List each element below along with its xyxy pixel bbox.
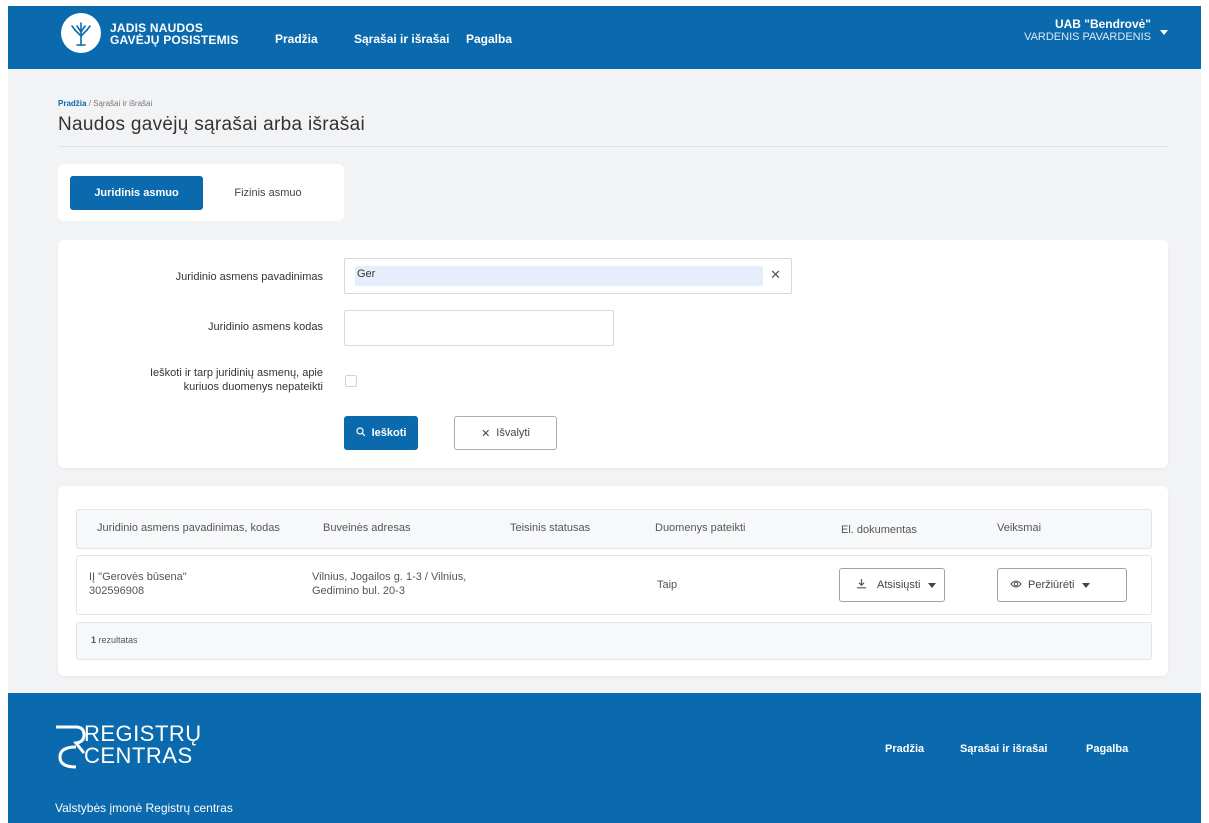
- address-line-2: Gedimino bul. 20-3: [312, 585, 405, 597]
- code-label: Juridinio asmens kodas: [208, 321, 323, 333]
- page-title: Naudos gavėjų sąrašai arba išrašai: [58, 114, 365, 135]
- clear-x-icon[interactable]: ✕: [770, 267, 781, 283]
- system-brand-name[interactable]: JADIS NAUDOS GAVĖJŲ POSISTEMIS: [110, 22, 239, 46]
- breadcrumb-home[interactable]: Pradžia: [58, 99, 86, 108]
- caret-down-icon: [928, 582, 937, 588]
- footer-nav-help[interactable]: Pagalba: [1086, 743, 1128, 755]
- results-footer: 1 rezultatas: [76, 622, 1152, 660]
- clear-button-label: Išvalyti: [496, 427, 530, 439]
- clear-button[interactable]: ✕ Išvalyti: [454, 416, 557, 450]
- column-header-document: El. dokumentas: [841, 524, 917, 536]
- page-footer: REGISTRŲ CENTRAS Valstybės įmonė Registr…: [8, 693, 1201, 823]
- submitted-cell: Taip: [657, 579, 678, 591]
- nav-lists[interactable]: Sąrašai ir išrašai: [354, 32, 449, 46]
- download-icon: [856, 578, 867, 592]
- name-input-value: Ger: [357, 268, 376, 280]
- close-icon: ✕: [481, 427, 491, 440]
- user-menu-caret-icon[interactable]: [1160, 30, 1168, 35]
- footer-nav-lists[interactable]: Sąrašai ir išrašai: [960, 743, 1047, 755]
- search-icon: [355, 426, 366, 440]
- nav-help[interactable]: Pagalba: [466, 32, 512, 46]
- result-count-number: 1: [91, 635, 97, 645]
- search-button-label: Ieškoti: [371, 427, 407, 439]
- address-cell: Vilnius, Jogailos g. 1-3 / Vilnius, Gedi…: [312, 570, 466, 598]
- autofill-highlight: [355, 266, 763, 286]
- column-header-address: Buveinės adresas: [323, 522, 411, 534]
- nav-home[interactable]: Pradžia: [275, 32, 318, 46]
- search-button[interactable]: Ieškoti: [344, 416, 418, 450]
- results-card: Juridinio asmens pavadinimas, kodas Buve…: [58, 486, 1168, 676]
- include-missing-label: Ieškoti ir tarp juridinių asmenų, apie k…: [150, 366, 323, 394]
- include-missing-label-line-1: Ieškoti ir tarp juridinių asmenų, apie: [149, 367, 323, 379]
- download-dropdown-button[interactable]: Atsisiųsti: [839, 568, 945, 602]
- name-input[interactable]: Ger ✕: [344, 258, 792, 294]
- entity-cell: IĮ "Gerovės būsena" 302596908: [89, 570, 187, 598]
- column-header-name: Juridinio asmens pavadinimas, kodas: [97, 522, 280, 534]
- user-name: VARDENIS PAVARDENIS: [1024, 31, 1151, 43]
- brand-line-2: GAVĖJŲ POSISTEMIS: [110, 33, 239, 47]
- caret-down-icon: [1082, 582, 1091, 588]
- result-count: 1 rezultatas: [91, 635, 138, 645]
- view-button-label: Peržiūrėti: [1028, 579, 1075, 591]
- tab-natural-person[interactable]: Fizinis asmuo: [218, 176, 318, 210]
- breadcrumb-current: Sąrašai ir išrašai: [93, 99, 153, 108]
- logo-line-1: REGISTRŲ: [84, 721, 202, 746]
- view-dropdown-button[interactable]: Peržiūrėti: [997, 568, 1127, 602]
- person-type-tabs: Juridinis asmuo Fizinis asmuo: [58, 164, 344, 221]
- tree-logo-icon[interactable]: [61, 13, 101, 53]
- entity-name: IĮ "Gerovės būsena": [89, 571, 187, 583]
- include-missing-checkbox[interactable]: [345, 375, 357, 387]
- address-line-1: Vilnius, Jogailos g. 1-3 / Vilnius,: [312, 571, 467, 583]
- result-count-word: rezultatas: [98, 635, 138, 645]
- eye-icon: [1010, 579, 1022, 592]
- column-header-submitted: Duomenys pateikti: [655, 522, 746, 534]
- entity-code: 302596908: [89, 585, 145, 597]
- column-header-actions: Veiksmai: [997, 522, 1042, 534]
- download-button-label: Atsisiųsti: [877, 579, 921, 591]
- code-input[interactable]: [344, 310, 614, 346]
- user-menu[interactable]: UAB "Bendrovė" VARDENIS PAVARDENIS: [1024, 18, 1151, 44]
- include-missing-label-line-2: kuriuos duomenys nepateikti: [183, 381, 323, 393]
- column-header-status: Teisinis statusas: [510, 522, 591, 534]
- footer-company-name: Valstybės įmonė Registrų centras: [55, 801, 233, 815]
- title-divider: [58, 146, 1168, 147]
- logo-line-2: CENTRAS: [84, 743, 193, 768]
- user-organization: UAB "Bendrovė": [1054, 17, 1151, 31]
- breadcrumb: Pradžia / Sąrašai ir išrašai: [58, 99, 152, 108]
- table-row: IĮ "Gerovės būsena" 302596908 Vilnius, J…: [76, 555, 1152, 615]
- name-label: Juridinio asmens pavadinimas: [175, 271, 323, 283]
- tab-legal-entity[interactable]: Juridinis asmuo: [70, 176, 203, 210]
- footer-nav-home[interactable]: Pradžia: [885, 743, 924, 755]
- search-form: Juridinio asmens pavadinimas Ger ✕ Jurid…: [58, 240, 1168, 468]
- table-header: Juridinio asmens pavadinimas, kodas Buve…: [76, 509, 1152, 549]
- top-navigation-bar: JADIS NAUDOS GAVĖJŲ POSISTEMIS Pradžia S…: [8, 6, 1201, 69]
- app-frame: JADIS NAUDOS GAVĖJŲ POSISTEMIS Pradžia S…: [8, 6, 1201, 823]
